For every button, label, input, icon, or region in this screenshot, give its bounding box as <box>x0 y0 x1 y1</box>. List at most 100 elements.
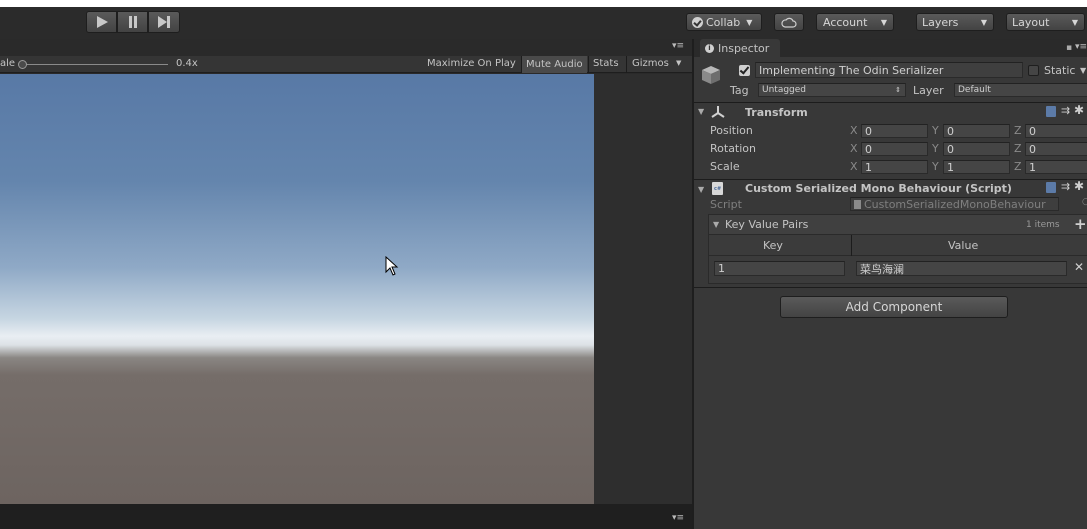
script-value: CustomSerializedMonoBehaviour <box>864 197 1046 211</box>
gear-icon[interactable]: ✱ <box>1074 179 1084 193</box>
static-label: Static <box>1044 64 1076 77</box>
dictionary-entry-row: 1 菜鸟海澜 ✕ <box>709 257 1087 281</box>
object-picker-icon[interactable]: ○ <box>1082 197 1087 207</box>
layer-label: Layer <box>913 84 944 97</box>
divider <box>694 287 1087 288</box>
cloud-button[interactable] <box>774 13 804 31</box>
panel-menu-icon[interactable]: ▾≡ <box>672 513 684 523</box>
dictionary-columns: Key Value <box>709 235 1087 256</box>
transform-row-rotation: Rotation X 0 Y 0 Z 0 <box>694 140 1087 158</box>
cloud-icon <box>781 17 797 28</box>
transform-z-field[interactable]: 1 <box>1025 160 1087 174</box>
axis-x-label: X <box>850 160 858 173</box>
add-component-label: Add Component <box>845 300 943 314</box>
transform-row-position: Position X 0 Y 0 Z 0 <box>694 122 1087 140</box>
script-component-title: Custom Serialized Mono Behaviour (Script… <box>745 182 1012 195</box>
scale-slider[interactable] <box>18 59 170 70</box>
info-icon: i <box>705 43 714 53</box>
gizmos-dropdown[interactable]: Gizmos <box>632 58 669 69</box>
script-object-field: CustomSerializedMonoBehaviour <box>850 197 1059 211</box>
collab-label: Collab <box>706 15 741 29</box>
bottom-panel-strip: ▾≡ <box>0 504 692 529</box>
script-component: ▼ c# Custom Serialized Mono Behaviour (S… <box>694 179 1087 285</box>
object-header: Implementing The Odin Serializer Static … <box>694 57 1087 101</box>
static-checkbox[interactable] <box>1028 65 1039 76</box>
chevron-down-icon[interactable]: ▼ <box>676 59 681 67</box>
gear-icon[interactable]: ✱ <box>1074 103 1084 117</box>
game-tab-strip: ▾≡ <box>0 39 692 56</box>
scale-value: 0.4x <box>176 58 198 69</box>
dictionary-title: Key Value Pairs <box>725 218 809 231</box>
tab-inspector[interactable]: i Inspector <box>700 39 780 57</box>
remove-entry-icon[interactable]: ✕ <box>1074 260 1084 274</box>
panel-menu-icon[interactable]: ▾≡ <box>672 41 684 51</box>
transform-x-field[interactable]: 0 <box>861 124 928 138</box>
chevron-down-icon[interactable]: ▼ <box>1080 66 1086 75</box>
transform-y-field[interactable]: 1 <box>943 160 1010 174</box>
layer-dropdown[interactable]: Default <box>954 83 1087 97</box>
layers-dropdown[interactable]: Layers ▼ <box>916 13 994 31</box>
foldout-arrow-icon[interactable]: ▼ <box>698 185 704 194</box>
stats-toggle[interactable]: Stats <box>593 58 619 69</box>
chevron-down-icon: ▼ <box>980 17 987 27</box>
axis-y-label: Y <box>932 124 939 137</box>
dictionary-header[interactable]: ▼ Key Value Pairs 1 items + <box>709 215 1087 235</box>
entry-key-field[interactable]: 1 <box>714 261 845 276</box>
gameobject-cube-icon <box>702 66 720 84</box>
step-icon <box>158 16 170 28</box>
help-book-icon[interactable] <box>1046 106 1056 117</box>
transform-title: Transform <box>745 106 808 119</box>
maximize-on-play-toggle[interactable]: Maximize On Play <box>427 58 516 69</box>
tab-inspector-label: Inspector <box>718 41 770 55</box>
tag-label: Tag <box>730 84 749 97</box>
divider <box>588 56 589 73</box>
mouse-cursor-icon <box>385 256 399 276</box>
play-button[interactable] <box>86 11 117 33</box>
transform-y-field[interactable]: 0 <box>943 124 1010 138</box>
layout-dropdown[interactable]: Layout ▼ <box>1006 13 1085 31</box>
transform-row-label: Scale <box>710 160 740 173</box>
active-checkbox[interactable] <box>739 64 750 76</box>
preset-icon[interactable]: ⇉ <box>1061 180 1070 193</box>
transform-y-field[interactable]: 0 <box>943 142 1010 156</box>
mute-audio-toggle[interactable]: Mute Audio <box>522 56 587 73</box>
transform-component: ▼ Transform ⇉ ✱ Position X 0 Y 0 Z 0 Rotation X 0… <box>694 103 1087 179</box>
account-dropdown[interactable]: Account ▼ <box>816 13 894 31</box>
foldout-arrow-icon[interactable]: ▼ <box>698 107 704 116</box>
transform-row-scale: Scale X 1 Y 1 Z 1 <box>694 158 1087 176</box>
panel-menu-icon[interactable]: ▾≡ <box>1075 42 1087 52</box>
lock-icon[interactable]: ▪ <box>1066 43 1072 53</box>
step-button[interactable] <box>148 11 180 33</box>
script-file-icon: c# <box>712 182 723 195</box>
script-label: Script <box>710 198 742 211</box>
transform-z-field[interactable]: 0 <box>1025 142 1087 156</box>
object-name-field[interactable]: Implementing The Odin Serializer <box>755 62 1023 78</box>
pause-icon <box>128 16 137 28</box>
tag-dropdown[interactable]: Untagged ⇕ <box>758 83 906 97</box>
transform-z-field[interactable]: 0 <box>1025 124 1087 138</box>
add-component-button[interactable]: Add Component <box>780 296 1008 318</box>
pause-button[interactable] <box>117 11 148 33</box>
foldout-arrow-icon[interactable]: ▼ <box>713 220 719 229</box>
transform-x-field[interactable]: 0 <box>861 142 928 156</box>
inspector-tab-strip: i Inspector ▪ ▾≡ <box>694 39 1087 57</box>
axis-x-label: X <box>850 142 858 155</box>
game-render-view[interactable] <box>0 74 594 504</box>
transform-x-field[interactable]: 1 <box>861 160 928 174</box>
preset-icon[interactable]: ⇉ <box>1061 104 1070 117</box>
account-label: Account <box>823 15 868 29</box>
play-controls <box>86 11 180 33</box>
entry-value-field[interactable]: 菜鸟海澜 <box>856 261 1067 276</box>
layer-value: Default <box>958 85 991 95</box>
axis-z-label: Z <box>1014 124 1022 137</box>
collab-dropdown[interactable]: Collab ▼ <box>686 13 762 31</box>
scale-slider-thumb[interactable] <box>18 60 27 69</box>
transform-icon <box>711 106 725 118</box>
add-entry-icon[interactable]: + <box>1074 215 1087 233</box>
game-view-panel: ▾≡ ale 0.4x Maximize On Play Mute Audio … <box>0 39 692 529</box>
check-circle-icon <box>692 16 703 28</box>
divider <box>626 56 627 73</box>
game-letterbox <box>594 74 692 504</box>
help-book-icon[interactable] <box>1046 182 1056 193</box>
layers-label: Layers <box>922 15 959 29</box>
